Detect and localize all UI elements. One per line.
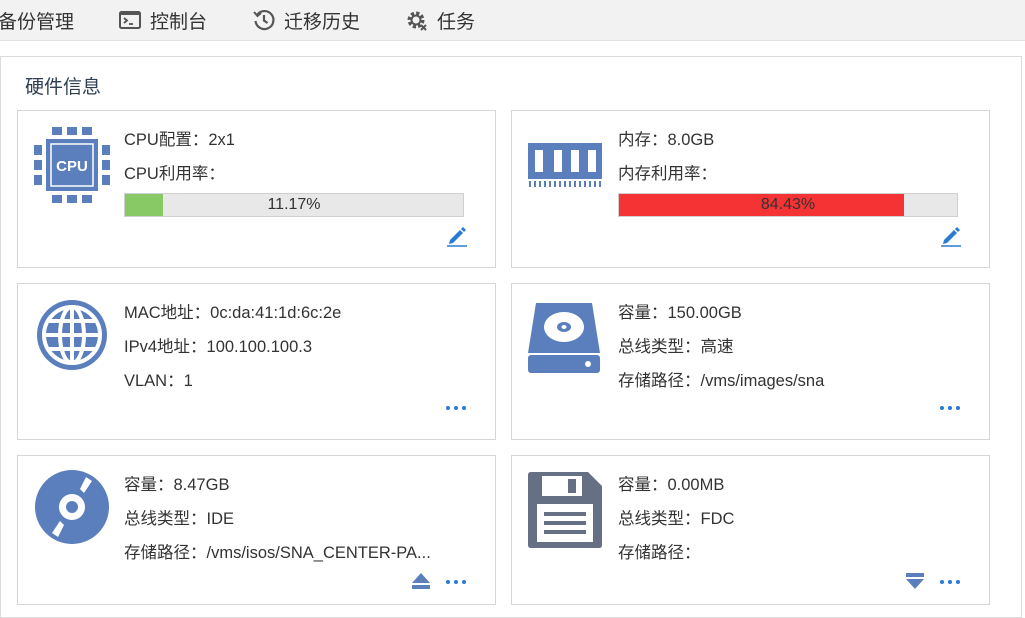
tab-tasks[interactable]: 任务 [405,0,475,40]
tab-migration-history[interactable]: 迁移历史 [252,0,360,40]
floppy-more-button[interactable] [940,578,962,586]
svg-text:CPU: CPU [56,158,88,175]
gear-icon [405,8,429,32]
disk-more-button[interactable] [940,404,962,412]
insert-icon[interactable] [905,572,925,595]
tab-label: 迁移历史 [284,11,361,33]
memory-usage-bar: 84.43% [618,193,958,217]
tab-label: 任务 [437,11,476,33]
disk-bus-type-text: 总线类型：高速 [618,338,734,356]
edit-cpu-icon[interactable] [446,225,468,247]
cpu-usage-label: CPU利用率： [124,165,225,183]
floppy-disk-icon [528,472,602,553]
ipv4-address-text: IPv4地址：100.100.100.3 [124,338,313,356]
floppy-storage-path-text: 存储路径： [618,544,701,562]
memory-size-text: 内存：8.0GB [618,131,715,149]
history-icon [252,8,276,32]
cpu-usage-percent: 11.17% [267,196,321,213]
memory-card: 内存：8.0GB 内存利用率： 84.43% [511,110,990,268]
cdrom-more-button[interactable] [446,578,468,586]
tab-label: 控制台 [150,11,208,33]
tab-label: 备份管理 [0,11,75,33]
eject-icon[interactable] [411,572,431,595]
floppy-bus-type-text: 总线类型：FDC [618,510,735,528]
console-icon [118,8,142,32]
cdrom-card: 容量：8.47GB 总线类型：IDE 存储路径：/vms/isos/SNA_CE… [17,455,496,605]
floppy-card: 容量：0.00MB 总线类型：FDC 存储路径： [511,455,990,605]
cpu-usage-bar: 11.17% [124,193,464,217]
cpu-card: CPU CPU配置：2x1 CPU利用率： 11.17% [17,110,496,268]
top-tab-bar: 备份管理 控制台 迁移历史 任务 [0,0,1025,41]
cdrom-capacity-text: 容量：8.47GB [124,476,230,494]
memory-icon [526,141,604,194]
mac-address-text: MAC地址：0c:da:41:1d:6c:2e [124,304,342,322]
memory-usage-label: 内存利用率： [618,165,717,183]
memory-usage-percent: 84.43% [760,196,816,213]
vlan-text: VLAN：1 [124,372,193,390]
optical-disc-icon [34,469,110,550]
disk-card: 容量：150.00GB 总线类型：高速 存储路径：/vms/images/sna [511,283,990,440]
floppy-capacity-text: 容量：0.00MB [618,476,725,494]
panel-title: 硬件信息 [25,77,102,98]
network-more-button[interactable] [446,404,468,412]
edit-memory-icon[interactable] [940,225,962,247]
disk-capacity-text: 容量：150.00GB [618,304,742,322]
cpu-icon: CPU [34,127,110,208]
cpu-config-text: CPU配置：2x1 [124,131,235,149]
cdrom-bus-type-text: 总线类型：IDE [124,510,235,528]
tab-console[interactable]: 控制台 [118,0,207,40]
network-card: MAC地址：0c:da:41:1d:6c:2e IPv4地址：100.100.1… [17,283,496,440]
disk-storage-path-text: 存储路径：/vms/images/sna [618,372,825,390]
tab-backup-management[interactable]: 备份管理 [0,0,74,40]
cdrom-storage-path-text: 存储路径：/vms/isos/SNA_CENTER-PA... [124,544,431,562]
globe-icon [34,297,110,378]
hard-disk-icon [526,297,604,380]
